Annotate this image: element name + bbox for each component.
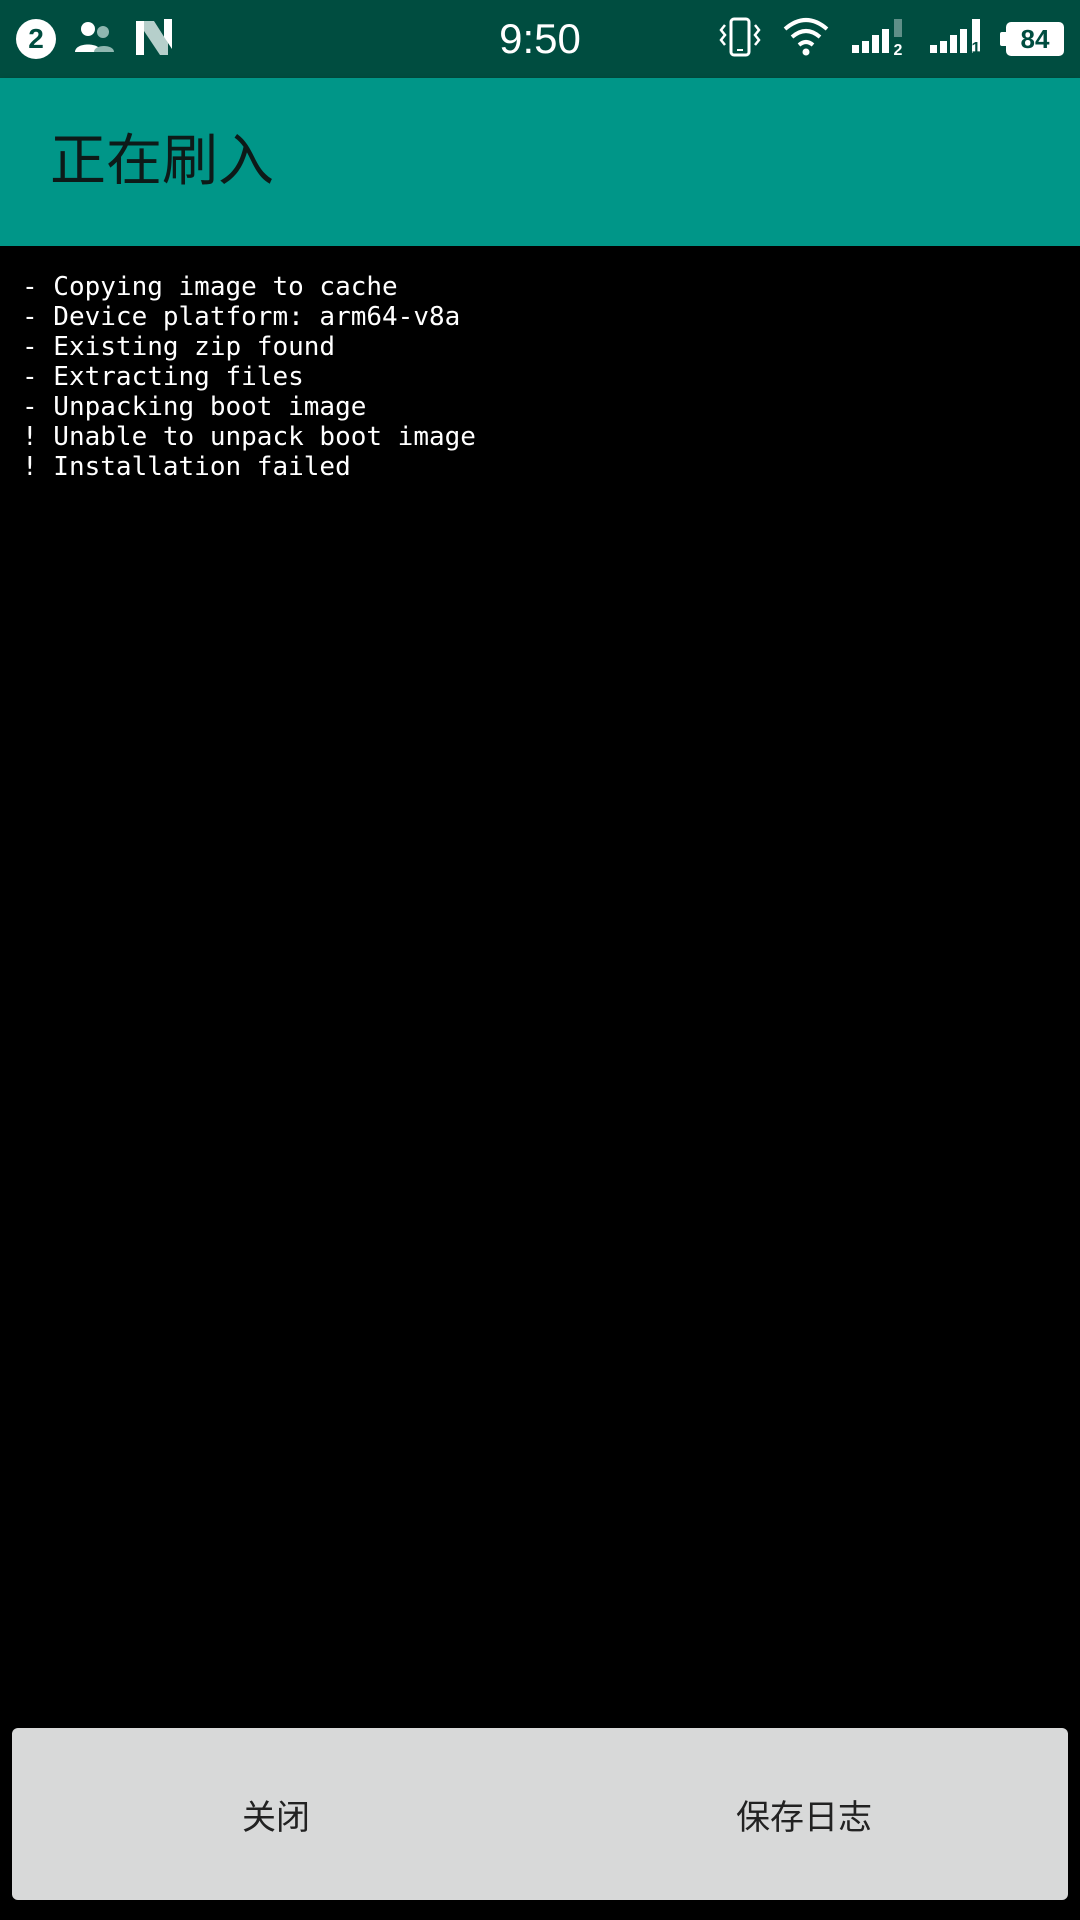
- log-line: - Device platform: arm64-v8a: [22, 302, 461, 332]
- wifi-icon: [782, 17, 830, 61]
- close-button[interactable]: 关闭: [12, 1728, 540, 1900]
- page-title: 正在刷入: [50, 129, 274, 194]
- log-line: ! Installation failed: [22, 452, 351, 482]
- app-bar: 正在刷入: [0, 78, 1080, 246]
- log-line: - Existing zip found: [22, 332, 336, 362]
- sim2-label: 1: [972, 40, 981, 57]
- battery-icon: 84: [1000, 22, 1064, 56]
- log-line: - Extracting files: [22, 362, 304, 392]
- signal-icon: 2: [850, 17, 908, 61]
- save-log-button[interactable]: 保存日志: [540, 1728, 1068, 1900]
- signal-icon: 1: [928, 17, 986, 61]
- status-bar: 2 9:50 2 1 84: [0, 0, 1080, 78]
- status-right-icons: 2 1 84: [718, 0, 1064, 78]
- log-line: ! Unable to unpack boot image: [22, 422, 476, 452]
- sim1-label: 2: [894, 42, 903, 57]
- console-log: - Copying image to cache - Device platfo…: [0, 246, 1080, 1726]
- action-button-bar: 关闭 保存日志: [12, 1728, 1068, 1900]
- log-line: - Copying image to cache: [22, 272, 398, 302]
- log-lines: - Copying image to cache - Device platfo…: [22, 272, 476, 482]
- log-line: - Unpacking boot image: [22, 392, 367, 422]
- vibrate-icon: [718, 15, 762, 63]
